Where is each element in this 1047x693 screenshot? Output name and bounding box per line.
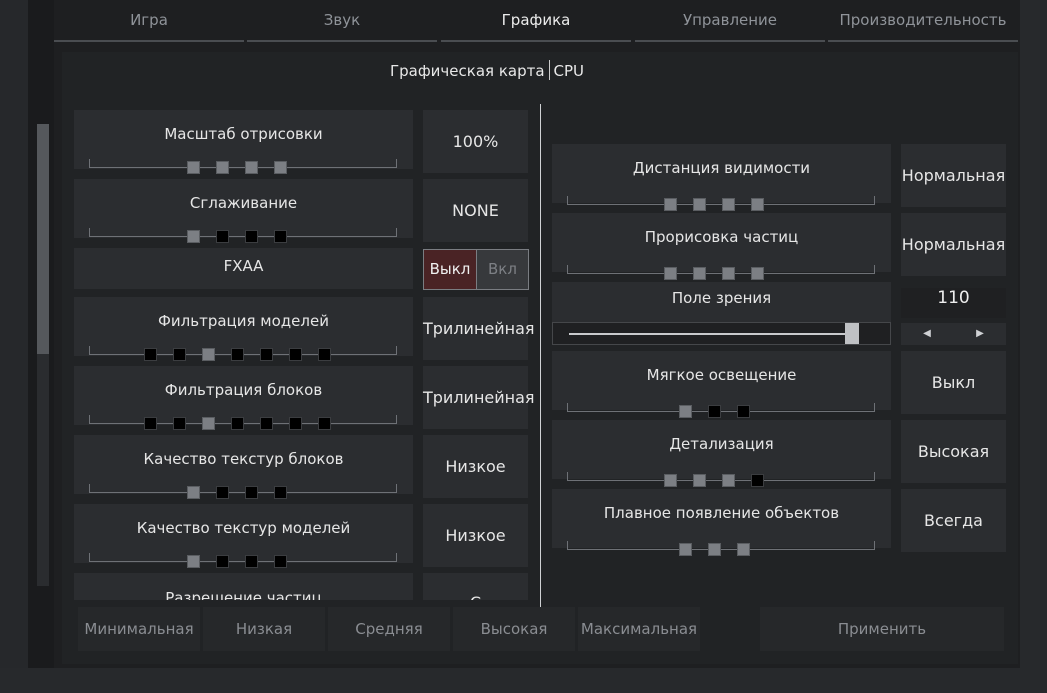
slider-track [567,541,875,550]
settings-screen: Игра Звук Графика Управление Производите… [0,0,1047,693]
setting-label: Дистанция видимости [632,159,811,177]
setting-label: Детализация [669,435,774,453]
preset-high-button[interactable]: Высокая [453,607,575,651]
apply-button[interactable]: Применить [760,607,1004,651]
arrow-left-icon[interactable]: ◀ [901,323,953,345]
setting-label: Плавное появление объектов [603,504,840,522]
fov-slider-handle[interactable] [845,323,859,344]
setting-value[interactable]: Высокая [901,420,1006,483]
slider-step[interactable] [707,405,721,418]
slider-step[interactable] [722,267,735,280]
slider-step[interactable] [693,267,706,280]
arrow-right-icon[interactable]: ▶ [954,323,1006,345]
setting-label-box: Мягкое освещение [552,351,891,410]
slider-step[interactable] [736,405,750,418]
setting-label-box: Детализация [552,420,891,479]
slider-step[interactable] [751,267,764,280]
preset-low-button[interactable]: Низкая [203,607,325,651]
slider-step[interactable] [678,405,692,418]
slider-track [567,196,875,205]
setting-label-box: Прорисовка частиц [552,213,891,272]
slider-step[interactable] [664,267,677,280]
bottom-frame [0,668,1047,693]
setting-label-box: Плавное появление объектов [552,489,891,548]
slider-step[interactable] [693,474,706,487]
preset-medium-button[interactable]: Средняя [328,607,450,651]
slider-step[interactable] [693,198,706,211]
slider-step[interactable] [722,474,735,487]
fov-slider-line [569,333,859,335]
slider-track [567,265,875,274]
preset-minimal-button[interactable]: Минимальная [78,607,200,651]
setting-label-box: Поле зрения [552,282,891,322]
setting-value[interactable]: Выкл [901,351,1006,414]
setting-label: Поле зрения [671,289,772,307]
setting-value: 110 [901,288,1006,318]
slider-step[interactable] [707,543,721,556]
slider-step[interactable] [751,198,764,211]
setting-label-box: Дистанция видимости [552,144,891,203]
setting-label: Мягкое освещение [646,366,797,384]
slider-track [567,472,875,481]
setting-value[interactable]: Нормальная [901,144,1006,207]
setting-value[interactable]: Нормальная [901,213,1006,276]
right-settings-column: Дистанция видимости Нормальная Прорисовка … [0,0,1020,600]
setting-label: Прорисовка частиц [644,228,799,246]
slider-step[interactable] [722,198,735,211]
right-frame [1020,0,1047,693]
slider-step[interactable] [678,543,692,556]
fov-stepper: ◀ ▶ [901,323,1006,345]
slider-step[interactable] [751,474,764,487]
fov-slider[interactable] [552,322,891,345]
slider-step[interactable] [736,543,750,556]
slider-step[interactable] [664,474,677,487]
slider-step[interactable] [664,198,677,211]
setting-value[interactable]: Всегда [901,489,1006,552]
preset-max-button[interactable]: Максимальная [578,607,700,651]
slider-track [567,403,875,412]
